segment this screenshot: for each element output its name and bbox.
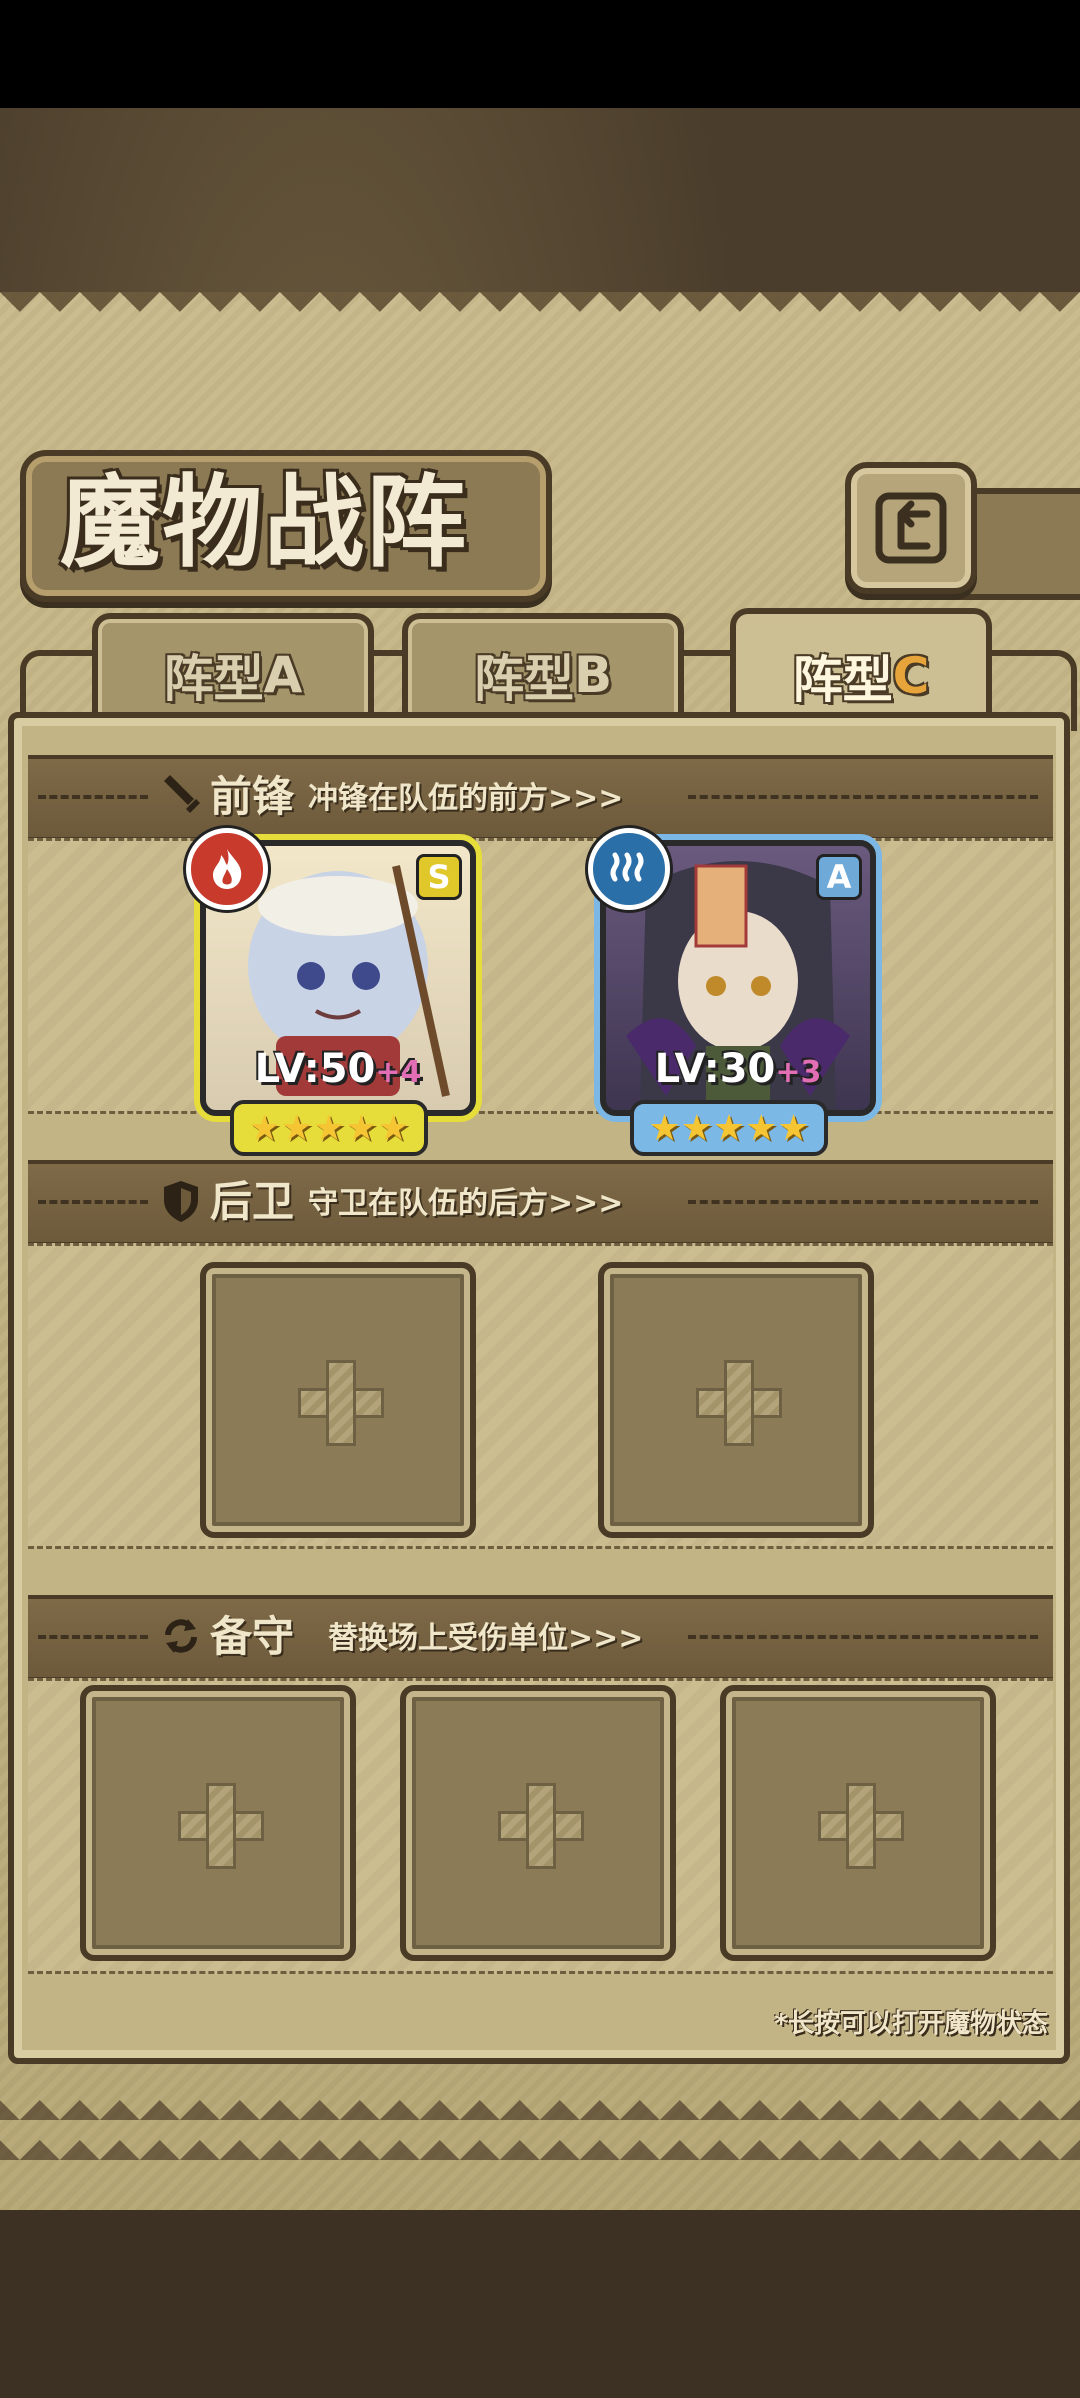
dash-right <box>688 1635 1038 1639</box>
dash-right <box>688 795 1038 799</box>
level-label: LV:30+3 <box>606 1046 870 1092</box>
vanguard-header: 前锋 冲锋在队伍的前方>>> <box>28 755 1053 841</box>
plus-icon <box>724 1360 754 1446</box>
page-title: 魔物战阵 <box>60 463 468 581</box>
section-title: 前锋 <box>210 772 295 821</box>
dash-left <box>38 795 148 799</box>
sword-icon <box>164 775 200 813</box>
tab-label-letter: B <box>573 646 613 704</box>
empty-slot-add[interactable] <box>720 1685 996 1961</box>
status-bar <box>0 0 1080 108</box>
rearguard-header: 后卫 守卫在队伍的后方>>> <box>28 1160 1053 1246</box>
swap-icon <box>165 1619 197 1653</box>
plus-icon <box>326 1360 356 1446</box>
level-label: LV:50+4 <box>206 1046 470 1092</box>
tab-label-prefix: 阵型 <box>473 650 574 708</box>
dash-left <box>38 1635 148 1639</box>
back-arrow-icon <box>875 492 947 564</box>
empty-slot-add[interactable] <box>598 1262 874 1538</box>
empty-slot-add[interactable] <box>80 1685 356 1961</box>
section-subtitle: 冲锋在队伍的前方>>> <box>308 781 624 816</box>
rearguard-row <box>28 1243 1053 1549</box>
plus-icon <box>526 1783 556 1869</box>
tab-label-prefix: 阵型 <box>792 651 893 709</box>
level-bonus: +4 <box>375 1055 422 1090</box>
empty-slot-add[interactable] <box>200 1262 476 1538</box>
vanguard-row <box>28 838 1053 1114</box>
torn-edge-top <box>0 292 1080 332</box>
section-title: 后卫 <box>210 1177 295 1226</box>
tab-label-prefix: 阵型 <box>163 650 264 708</box>
background-map-bottom <box>0 2210 1080 2398</box>
plus-icon <box>206 1783 236 1869</box>
star-rating: ★★★★★ <box>630 1100 828 1156</box>
level-value: 50 <box>319 1046 376 1092</box>
level-value: 30 <box>719 1046 776 1092</box>
section-subtitle: 守卫在队伍的后方>>> <box>308 1186 624 1221</box>
fire-element-icon <box>186 828 268 910</box>
section-title: 备守 <box>210 1612 295 1661</box>
tab-label-letter: A <box>263 646 303 704</box>
level-prefix: LV: <box>254 1046 320 1092</box>
dash-right <box>688 1200 1038 1204</box>
back-button[interactable] <box>845 462 977 594</box>
plus-icon <box>846 1783 876 1869</box>
dash-left <box>38 1200 148 1204</box>
flame-icon <box>213 849 242 889</box>
tab-label-letter: C <box>892 647 930 705</box>
level-bonus: +3 <box>775 1055 822 1090</box>
reserve-header: 备守 替换场上受伤单位>>> <box>28 1595 1053 1681</box>
empty-slot-add[interactable] <box>400 1685 676 1961</box>
shield-icon <box>164 1181 198 1222</box>
level-prefix: LV: <box>654 1046 720 1092</box>
wave-icon <box>610 852 644 882</box>
torn-edge-bottom <box>0 2100 1080 2160</box>
rank-badge: S <box>416 854 462 900</box>
star-rating: ★★★★★ <box>230 1100 428 1156</box>
long-press-hint: *长按可以打开魔物状态 <box>774 2009 1048 2039</box>
water-element-icon <box>588 828 670 910</box>
section-subtitle: 替换场上受伤单位>>> <box>328 1621 644 1656</box>
rank-badge: A <box>816 854 862 900</box>
